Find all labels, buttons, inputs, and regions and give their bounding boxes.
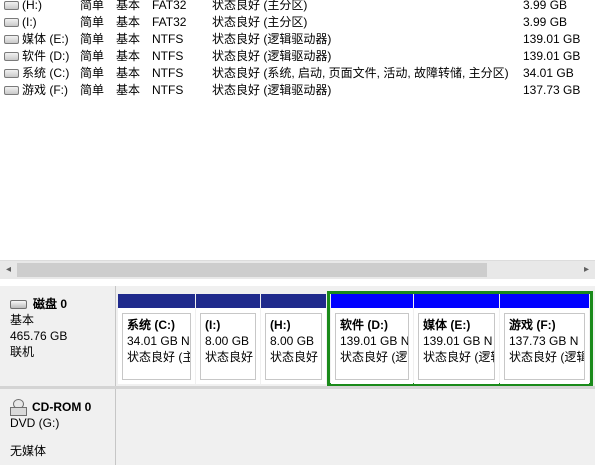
volume-capacity: 139.01 GB (523, 32, 581, 46)
partition-bar (118, 294, 195, 308)
volume-layout: 简单 (80, 15, 105, 29)
volume-filesystem: FAT32 (152, 15, 187, 29)
cdrom-icon (10, 399, 27, 416)
partition-i[interactable]: (I:) 8.00 GB 状态良好 (196, 294, 260, 384)
partition-size: 139.01 GB N (340, 334, 409, 348)
partition-size: 34.01 GB N (127, 334, 190, 348)
cdrom-drive: DVD (G:) (10, 416, 60, 430)
volume-filesystem: NTFS (152, 66, 184, 80)
volume-layout: 简单 (80, 49, 105, 63)
volume-list: (H:) 简单 基本 FAT32 状态良好 (主分区) 3.99 GB (I:)… (0, 0, 595, 260)
volume-filesystem: FAT32 (152, 0, 187, 12)
partition-c[interactable]: 系统 (C:) 34.01 GB N 状态良好 (主 (118, 294, 195, 384)
volume-name: (I:) (22, 15, 37, 29)
volume-layout: 简单 (80, 32, 105, 46)
volume-row-e[interactable]: 媒体 (E:) 简单 基本 NTFS 状态良好 (逻辑驱动器) 139.01 G… (0, 31, 595, 48)
partition-bar (331, 294, 413, 308)
volume-name: 媒体 (E:) (22, 32, 69, 46)
disk0-state: 联机 (10, 345, 35, 359)
cdrom-media: 无媒体 (10, 444, 47, 458)
partition-status: 状态良好 (主 (127, 350, 191, 364)
drive-icon (4, 35, 19, 44)
disk0-title: 磁盘 0 (33, 297, 68, 311)
disk0-size: 465.76 GB (10, 329, 68, 343)
volume-status: 状态良好 (逻辑驱动器) (212, 32, 332, 46)
scroll-left-icon[interactable]: ◂ (0, 261, 17, 279)
hard-disk-icon (10, 299, 27, 309)
volume-status: 状态良好 (主分区) (212, 15, 308, 29)
volume-type: 基本 (116, 15, 141, 29)
volume-type: 基本 (116, 0, 141, 12)
volume-capacity: 139.01 GB (523, 49, 581, 63)
volume-name: 系统 (C:) (22, 66, 70, 80)
volume-capacity: 3.99 GB (523, 0, 568, 12)
disk-map: 磁盘 0 基本 465.76 GB 联机 系统 (C:) 34.01 GB N … (0, 286, 595, 465)
volume-layout: 简单 (80, 83, 105, 97)
partition-size: 8.00 GB (205, 334, 250, 348)
disk0-type: 基本 (10, 313, 35, 327)
volume-type: 基本 (116, 32, 141, 46)
partition-status: 状态良好 (逻辑 (423, 350, 495, 364)
partition-size: 139.01 GB N (423, 334, 493, 348)
partition-d[interactable]: 软件 (D:) 139.01 GB N 状态良好 (逻 (331, 294, 413, 384)
drive-icon (4, 1, 19, 10)
partition-size: 8.00 GB (270, 334, 315, 348)
partition-status: 状态良好 (逻辑 (509, 350, 585, 364)
volume-capacity: 34.01 GB (523, 66, 574, 80)
volume-row-i[interactable]: (I:) 简单 基本 FAT32 状态良好 (主分区) 3.99 GB (0, 14, 595, 31)
partition-e[interactable]: 媒体 (E:) 139.01 GB N 状态良好 (逻辑 (414, 294, 499, 384)
drive-icon (4, 52, 19, 61)
partition-status: 状态良好 (205, 350, 254, 364)
horizontal-scrollbar[interactable]: ◂ ▸ (0, 260, 595, 279)
volume-row-h[interactable]: (H:) 简单 基本 FAT32 状态良好 (主分区) 3.99 GB (0, 0, 595, 14)
partition-h[interactable]: (H:) 8.00 GB 状态良好 (261, 294, 326, 384)
volume-layout: 简单 (80, 66, 105, 80)
cdrom-label[interactable]: CD-ROM 0 DVD (G:) 无媒体 (0, 389, 116, 465)
partition-name: 游戏 (F:) (509, 318, 556, 332)
partition-bar (414, 294, 499, 308)
volume-type: 基本 (116, 49, 141, 63)
cdrom-title: CD-ROM 0 (32, 400, 92, 414)
volume-row-f[interactable]: 游戏 (F:) 简单 基本 NTFS 状态良好 (逻辑驱动器) 137.73 G… (0, 82, 595, 99)
volume-status: 状态良好 (系统, 启动, 页面文件, 活动, 故障转储, 主分区) (212, 66, 509, 80)
volume-filesystem: NTFS (152, 49, 184, 63)
volume-capacity: 3.99 GB (523, 15, 568, 29)
volume-status: 状态良好 (逻辑驱动器) (212, 83, 332, 97)
drive-icon (4, 86, 19, 95)
volume-row-c[interactable]: 系统 (C:) 简单 基本 NTFS 状态良好 (系统, 启动, 页面文件, 活… (0, 65, 595, 82)
scroll-right-icon[interactable]: ▸ (578, 261, 595, 279)
volume-capacity: 137.73 GB (523, 83, 581, 97)
partition-status: 状态良好 (270, 350, 319, 364)
partition-name: 系统 (C:) (127, 318, 175, 332)
volume-filesystem: NTFS (152, 32, 184, 46)
drive-icon (4, 18, 19, 27)
disk0-label[interactable]: 磁盘 0 基本 465.76 GB 联机 (0, 286, 116, 386)
partition-status: 状态良好 (逻 (340, 350, 408, 364)
volume-layout: 简单 (80, 0, 105, 12)
volume-status: 状态良好 (逻辑驱动器) (212, 49, 332, 63)
partition-name: 媒体 (E:) (423, 318, 471, 332)
partition-bar (500, 294, 589, 308)
drive-icon (4, 69, 19, 78)
volume-name: 软件 (D:) (22, 49, 70, 63)
volume-type: 基本 (116, 83, 141, 97)
scrollbar-thumb[interactable] (17, 263, 487, 277)
partition-name: (I:) (205, 318, 221, 332)
partition-bar (261, 294, 326, 308)
partition-name: (H:) (270, 318, 291, 332)
volume-type: 基本 (116, 66, 141, 80)
volume-row-d[interactable]: 软件 (D:) 简单 基本 NTFS 状态良好 (逻辑驱动器) 139.01 G… (0, 48, 595, 65)
partition-size: 137.73 GB N (509, 334, 579, 348)
volume-name: 游戏 (F:) (22, 83, 68, 97)
volume-name: (H:) (22, 0, 42, 12)
volume-filesystem: NTFS (152, 83, 184, 97)
volume-status: 状态良好 (主分区) (212, 0, 308, 12)
partition-f[interactable]: 游戏 (F:) 137.73 GB N 状态良好 (逻辑 (500, 294, 589, 384)
partition-name: 软件 (D:) (340, 318, 388, 332)
partition-bar (196, 294, 260, 308)
